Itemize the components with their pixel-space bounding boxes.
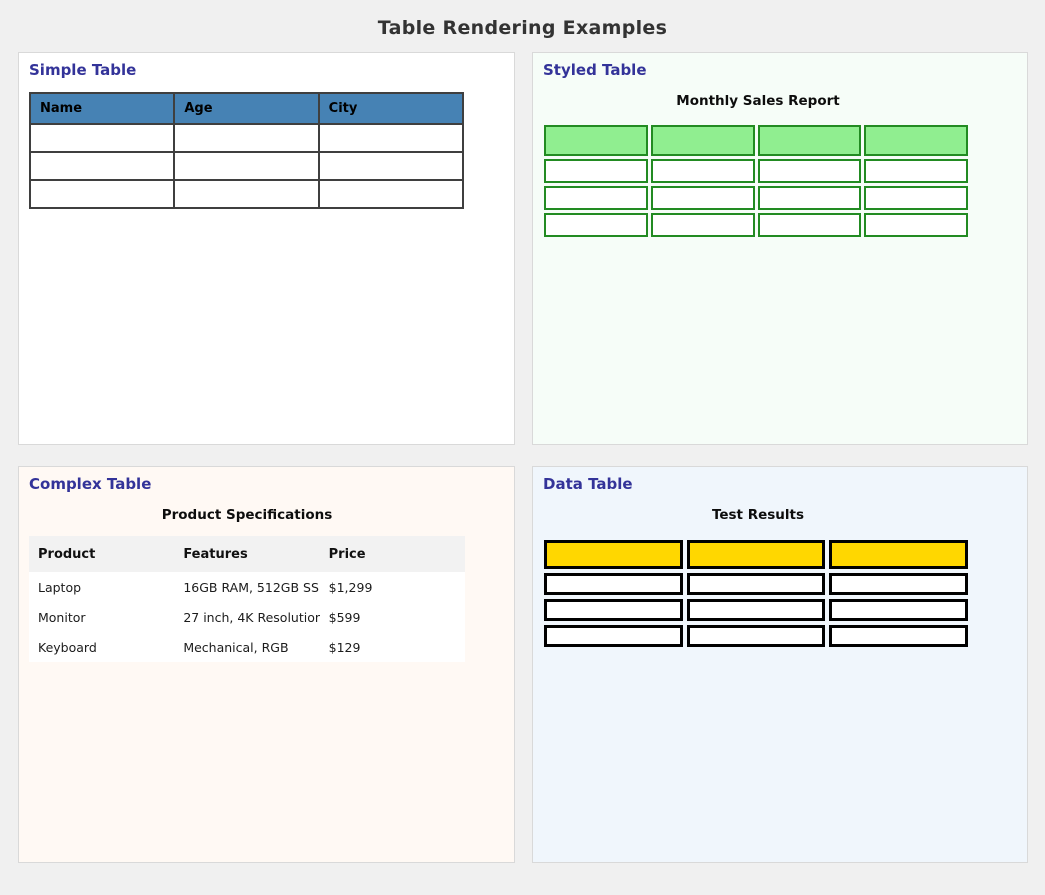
data-table-subtitle: Test Results [543,507,973,523]
complex-table-wrap: Product Specifications ProductFeaturesPr… [29,507,465,662]
table-cell [544,186,648,210]
table-cell [174,152,318,180]
simple-table: NameAgeCity [29,92,464,209]
table-cell: Mechanical, RGB [174,632,319,662]
data-table [540,536,972,651]
column-header: Features [174,536,319,572]
column-header [544,125,648,156]
table-row [544,159,968,183]
header-row: ProductFeaturesPrice [29,536,465,572]
column-header: Age [174,93,318,124]
table-cell [758,186,862,210]
table-row: Laptop16GB RAM, 512GB SSD$1,299 [29,572,465,602]
table-cell: $1,299 [320,572,465,602]
table-cell: 16GB RAM, 512GB SSD [174,572,319,602]
column-header [864,125,968,156]
column-header: Price [320,536,465,572]
data-table-title: Data Table [543,475,1017,493]
header-row [544,125,968,156]
table-cell [829,625,968,647]
styled-table [541,122,971,240]
column-header: City [319,93,463,124]
table-cell [687,625,826,647]
table-cell [30,124,174,152]
column-header [687,540,826,569]
table-cell [174,124,318,152]
table-cell [319,152,463,180]
simple-table-title: Simple Table [29,61,504,79]
table-cell [651,213,755,237]
table-row [30,124,463,152]
table-cell [651,186,755,210]
table-cell [758,213,862,237]
table-cell [829,573,968,595]
panel-complex-table: Complex Table Product Specifications Pro… [18,466,515,863]
table-cell: Laptop [29,572,174,602]
table-cell: Keyboard [29,632,174,662]
table-cell [687,599,826,621]
table-cell [864,186,968,210]
table-cell [758,159,862,183]
table-row [544,186,968,210]
table-cell: 27 inch, 4K Resolution [174,602,319,632]
table-cell [544,599,683,621]
table-cell [319,124,463,152]
table-cell [687,573,826,595]
table-cell [319,180,463,208]
table-cell [544,213,648,237]
table-cell [864,159,968,183]
table-cell: $129 [320,632,465,662]
column-header [758,125,862,156]
column-header [829,540,968,569]
table-row: KeyboardMechanical, RGB$129 [29,632,465,662]
table-row [544,625,968,647]
data-table-wrap: Test Results [543,507,973,651]
column-header: Product [29,536,174,572]
table-row [544,599,968,621]
table-row: Monitor27 inch, 4K Resolution$599 [29,602,465,632]
complex-table-title: Complex Table [29,475,504,493]
panel-simple-table: Simple Table NameAgeCity [18,52,515,445]
styled-table-wrap: Monthly Sales Report [543,93,973,240]
table-cell [30,180,174,208]
table-row [544,573,968,595]
table-cell [30,152,174,180]
header-row: NameAgeCity [30,93,463,124]
table-cell [651,159,755,183]
table-cell [544,573,683,595]
table-row [30,180,463,208]
table-cell [829,599,968,621]
header-row [544,540,968,569]
table-cell [864,213,968,237]
table-cell [174,180,318,208]
table-cell: Monitor [29,602,174,632]
styled-table-title: Styled Table [543,61,1017,79]
panel-styled-table: Styled Table Monthly Sales Report [532,52,1028,445]
complex-table: ProductFeaturesPriceLaptop16GB RAM, 512G… [29,536,465,662]
panels-grid: Simple Table NameAgeCity Styled Table Mo… [18,52,1045,863]
styled-table-subtitle: Monthly Sales Report [543,93,973,109]
table-row [30,152,463,180]
table-cell [544,625,683,647]
page-title: Table Rendering Examples [0,0,1045,52]
table-row [544,213,968,237]
simple-table-wrap: NameAgeCity [29,92,464,209]
table-cell: $599 [320,602,465,632]
table-cell [544,159,648,183]
column-header [544,540,683,569]
column-header [651,125,755,156]
column-header: Name [30,93,174,124]
complex-table-subtitle: Product Specifications [29,507,465,523]
panel-data-table: Data Table Test Results [532,466,1028,863]
